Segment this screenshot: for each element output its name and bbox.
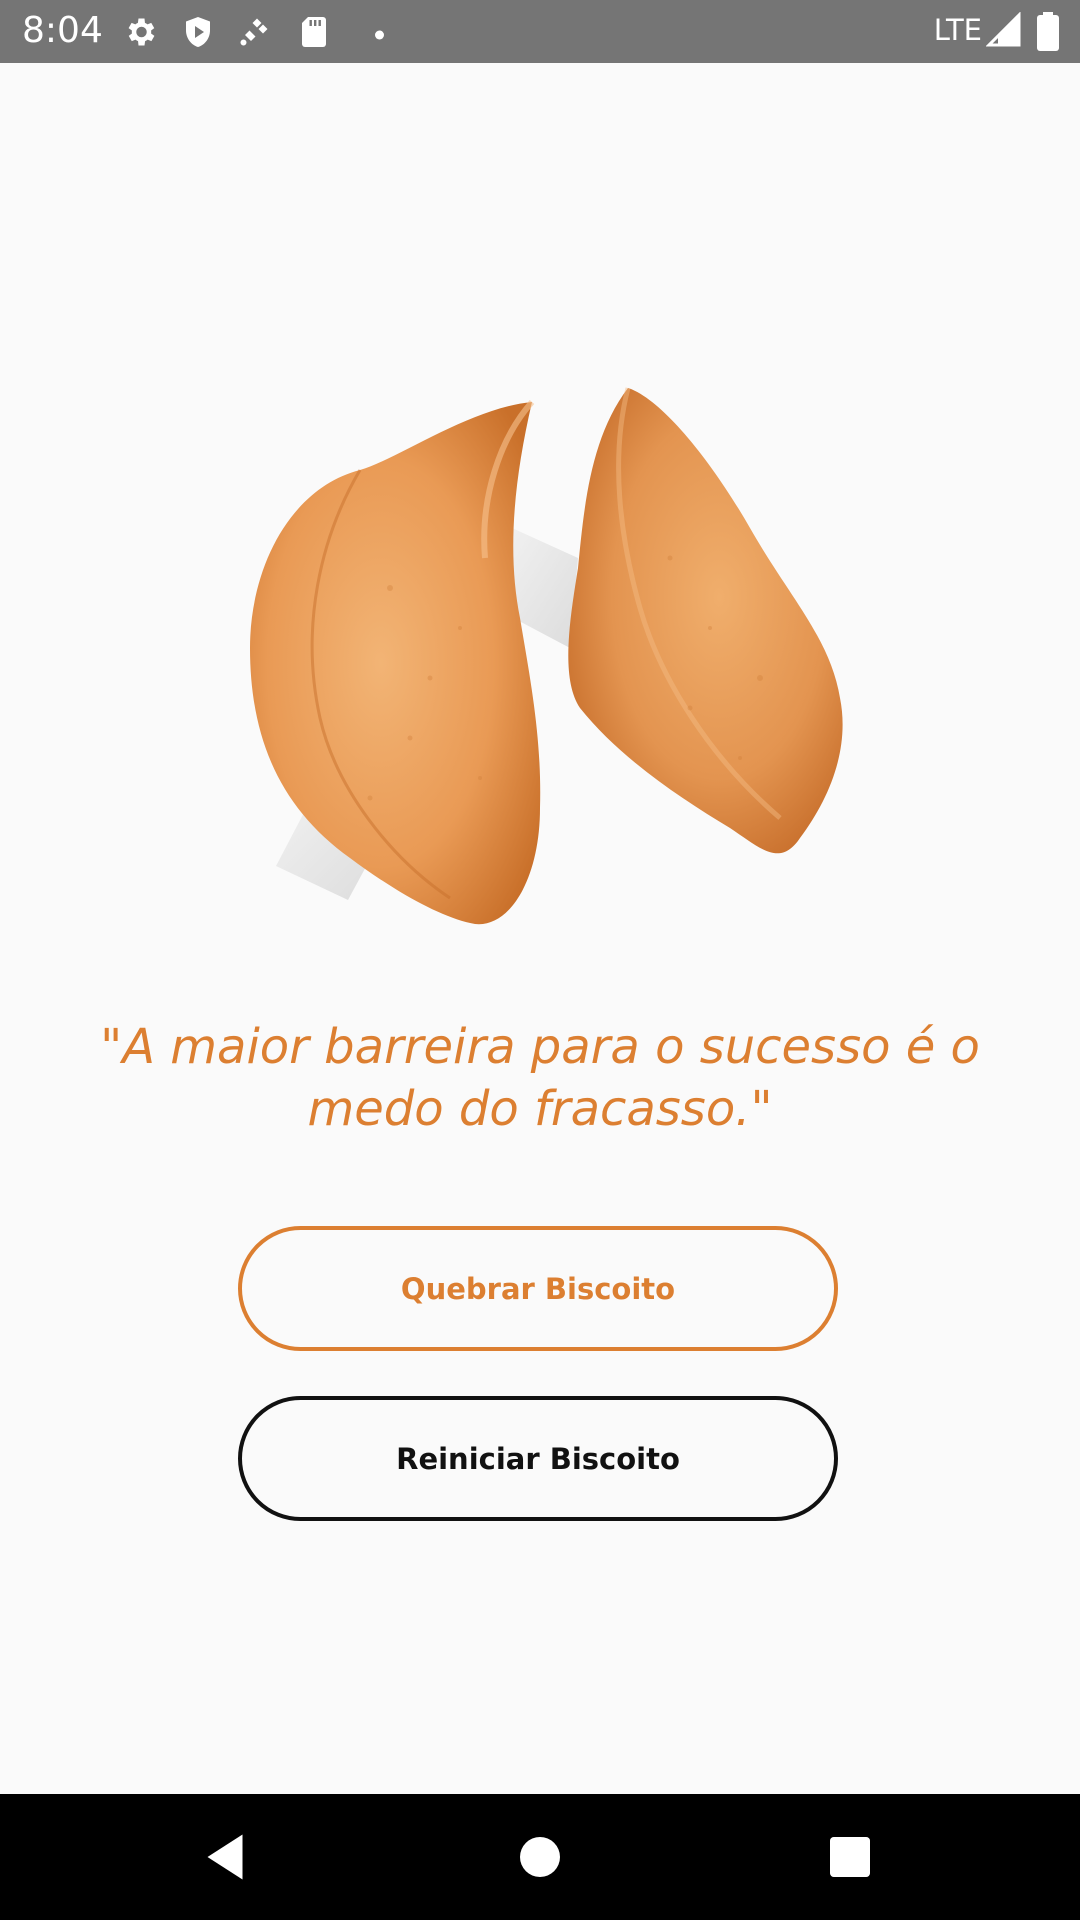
break-cookie-label: Quebrar Biscoito	[400, 1271, 676, 1306]
gear-icon	[128, 18, 155, 46]
fortune-cookie-image	[240, 378, 850, 938]
satellite-icon	[240, 18, 268, 46]
cookie-right-half	[568, 388, 843, 854]
reset-cookie-button[interactable]: Reiniciar Biscoito	[238, 1396, 838, 1521]
reset-cookie-label: Reiniciar Biscoito	[396, 1441, 680, 1476]
home-icon[interactable]	[510, 1827, 570, 1887]
shield-icon	[186, 17, 210, 47]
sd-card-icon	[302, 17, 326, 47]
fortune-cookie-illustration	[250, 387, 843, 925]
back-icon[interactable]	[195, 1827, 255, 1887]
network-type: LTE	[933, 13, 982, 47]
status-time: 8:04	[22, 10, 103, 51]
signal-icon	[986, 12, 1021, 47]
fortune-quote: "A maior barreira para o sucesso é o med…	[100, 1019, 980, 1137]
break-cookie-button[interactable]: Quebrar Biscoito	[238, 1226, 838, 1351]
dot-icon	[375, 30, 384, 40]
battery-icon	[1037, 12, 1059, 51]
app-screen: 8:04 LTE "A maior barreira para o sucess…	[0, 0, 1080, 1920]
status-bar: 8:04 LTE	[0, 0, 1080, 63]
navigation-bar	[0, 1794, 1080, 1920]
recents-icon[interactable]	[820, 1827, 880, 1887]
